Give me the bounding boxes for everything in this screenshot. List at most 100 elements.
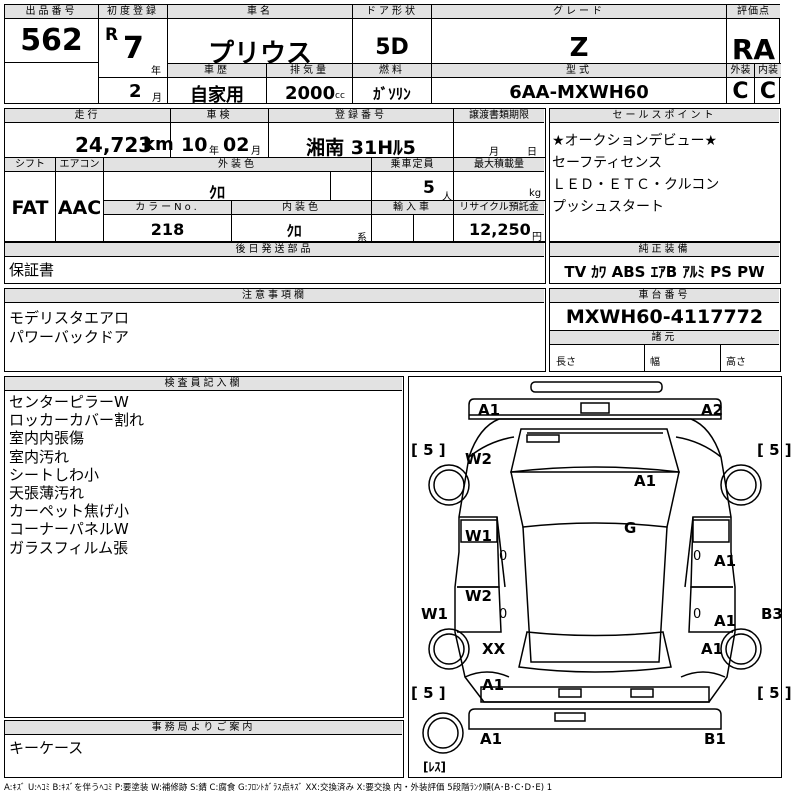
inspector-line: 室内汚れ <box>9 447 70 466</box>
shift-label: シフト <box>5 158 55 172</box>
inspection-month-unit: 月 <box>251 146 261 157</box>
office-panel: 事務局よりご案内 キーケース <box>4 720 404 778</box>
office-text: キーケース <box>9 739 84 757</box>
sales-point-list: ★オークションデビュー★ セーフティセンス ＬＥＤ・ＥＴＣ・クルコン プッシュス… <box>552 130 719 218</box>
mark-w1-left-rocker: W1 <box>421 605 448 623</box>
reg-no-label: 登録番号 <box>269 109 453 123</box>
sales-point-panel: セールスポイント ★オークションデビュー★ セーフティセンス ＬＥＤ・ＥＴＣ・ク… <box>549 108 781 242</box>
score-label: 評価点 <box>727 5 780 19</box>
mark-w2-rear-door: W2 <box>465 587 492 605</box>
fuel-label: 燃料 <box>353 64 431 78</box>
recycle-label: リサイクル預託金 <box>454 201 544 215</box>
sales-line: プッシュスタート <box>552 199 664 215</box>
car-name-label: 車名 <box>168 5 352 19</box>
inspection-month: 02 <box>223 134 250 156</box>
sales-point-label: セールスポイント <box>550 109 779 123</box>
int-label: 内装 <box>755 64 781 78</box>
inspector-line: ガラスフィルム張 <box>9 538 129 557</box>
lot-number: 562 <box>20 23 83 58</box>
mark-a1-hood: A1 <box>634 472 657 490</box>
genuine-equipment: TV ｶﾜ ABS ｴｱB ｱﾙﾐ PS PW <box>564 263 765 281</box>
mark-zero: 0 <box>693 607 702 622</box>
reg-month: 2 <box>129 81 142 102</box>
mark-xx-rear-left: XX <box>482 640 506 658</box>
chassis-number: MXWH60-4117772 <box>565 306 764 328</box>
model-label: 型式 <box>432 64 726 78</box>
model: 6AA-MXWH60 <box>509 82 649 103</box>
transfer-month: 月 <box>489 147 499 158</box>
spare-tire: [ﾚｽ] <box>423 760 446 774</box>
year-unit: 年 <box>151 66 161 77</box>
mark-a1-rear-right: A1 <box>701 640 724 658</box>
later-parts-label: 後日発送部品 <box>5 243 544 257</box>
fuel: ｶﾞｿﾘﾝ <box>373 85 411 103</box>
displacement-label: 排気量 <box>267 64 352 78</box>
inspector-line: 室内内張傷 <box>9 429 85 448</box>
displacement: 2000 <box>285 83 336 104</box>
mark-a1-rear-left: A1 <box>480 730 503 748</box>
office-label: 事務局よりご案内 <box>5 721 402 735</box>
displacement-unit: cc <box>335 91 345 101</box>
inspector-line: センターピラーW <box>9 393 129 411</box>
caution-list: モデリスタエアロ パワーバックドア <box>9 309 129 347</box>
mark-a2-front-right: A2 <box>701 401 724 419</box>
shift: FAT <box>11 197 49 219</box>
caution-label: 注意事項欄 <box>5 289 544 303</box>
genuine-label: 純正装備 <box>550 243 779 257</box>
inspector-line: ロッカーカバー割れ <box>9 411 145 430</box>
int-grade: C <box>759 79 777 104</box>
reg-year: 7 <box>123 31 144 66</box>
sales-line: ★オークションデビュー★ <box>552 133 718 149</box>
tire-rear-left: [ 5 ] <box>411 684 446 702</box>
inspector-line: シートしわ小 <box>9 465 100 484</box>
spec-width: 幅 <box>650 357 660 368</box>
month-unit: 月 <box>152 93 162 104</box>
ext-color-label: 外装色 <box>104 158 371 172</box>
inspector-list: センターピラーW ロッカーカバー割れ 室内内張傷 室内汚れ シートしわ小 天張薄… <box>9 393 144 557</box>
history-label: 車歴 <box>168 64 266 78</box>
score: RA <box>731 33 776 66</box>
ac: AAC <box>57 197 102 219</box>
capacity-label: 乗車定員 <box>372 158 453 172</box>
caution-line: モデリスタエアロ <box>9 309 130 327</box>
inspector-line: カーペット焦げ小 <box>9 502 130 521</box>
car-diagram <box>422 381 762 754</box>
transfer-label: 譲渡書類期限 <box>454 109 544 123</box>
spec-label: 諸元 <box>550 331 779 345</box>
sales-line: セーフティセンス <box>552 155 663 171</box>
era: R <box>105 25 119 45</box>
chassis-label: 車台番号 <box>550 289 779 303</box>
tire-front-right: [ 5 ] <box>757 441 792 459</box>
tire-rear-right: [ 5 ] <box>757 684 792 702</box>
caution-line: パワーバックドア <box>9 328 129 346</box>
genuine-equipment-panel: 純正装備 TV ｶﾜ ABS ｴｱB ｱﾙﾐ PS PW <box>549 242 781 284</box>
recycle-unit: 円 <box>532 232 542 243</box>
header-panel: 出品番号 562 初度登録 R 7 年 2 月 車名 プリウス ドア形状 5D … <box>4 4 781 106</box>
inspector-panel: 検査員記入欄 センターピラーW ロッカーカバー割れ 室内内張傷 室内汚れ シート… <box>4 376 404 718</box>
inspection-year-unit: 年 <box>209 146 219 157</box>
first-reg-label: 初度登録 <box>99 5 167 19</box>
mark-b3-right-rocker: B3 <box>761 605 783 623</box>
capacity: 5 <box>423 178 435 198</box>
ext-label: 外装 <box>727 64 754 78</box>
color-no: 218 <box>150 220 185 239</box>
legend: A:ｷｽﾞ U:ﾍｺﾐ B:ｷｽﾞを伴うﾍｺﾐ P:要塗装 W:補修跡 S:錆 … <box>4 783 553 793</box>
mileage: 24,723 <box>75 133 153 157</box>
mark-w1-front-door: W1 <box>465 527 492 545</box>
later-parts-text: 保証書 <box>9 261 55 279</box>
int-color: ｸﾛ <box>286 222 302 240</box>
history: 自家用 <box>190 85 244 106</box>
grade-label: グレード <box>432 5 726 19</box>
mark-b1-rear-right: B1 <box>704 730 726 748</box>
tire-front-left: [ 5 ] <box>411 441 446 459</box>
int-color-label: 内装色 <box>232 201 371 215</box>
vehicle-info-panel: 走行 24,723 km 車検 10 年 02 月 登録番号 湘南 31Hﾙ5 … <box>4 108 546 244</box>
sales-line: ＬＥＤ・ＥＴＣ・クルコン <box>552 177 720 193</box>
mark-a1-right-front-door: A1 <box>714 552 737 570</box>
ac-label: エアコン <box>56 158 103 172</box>
mark-zero: 0 <box>693 549 702 564</box>
inspection-year: 10 <box>181 134 208 156</box>
mileage-label: 走行 <box>5 109 170 123</box>
load-unit: kg <box>529 188 542 199</box>
spec-height: 高さ <box>726 357 746 368</box>
